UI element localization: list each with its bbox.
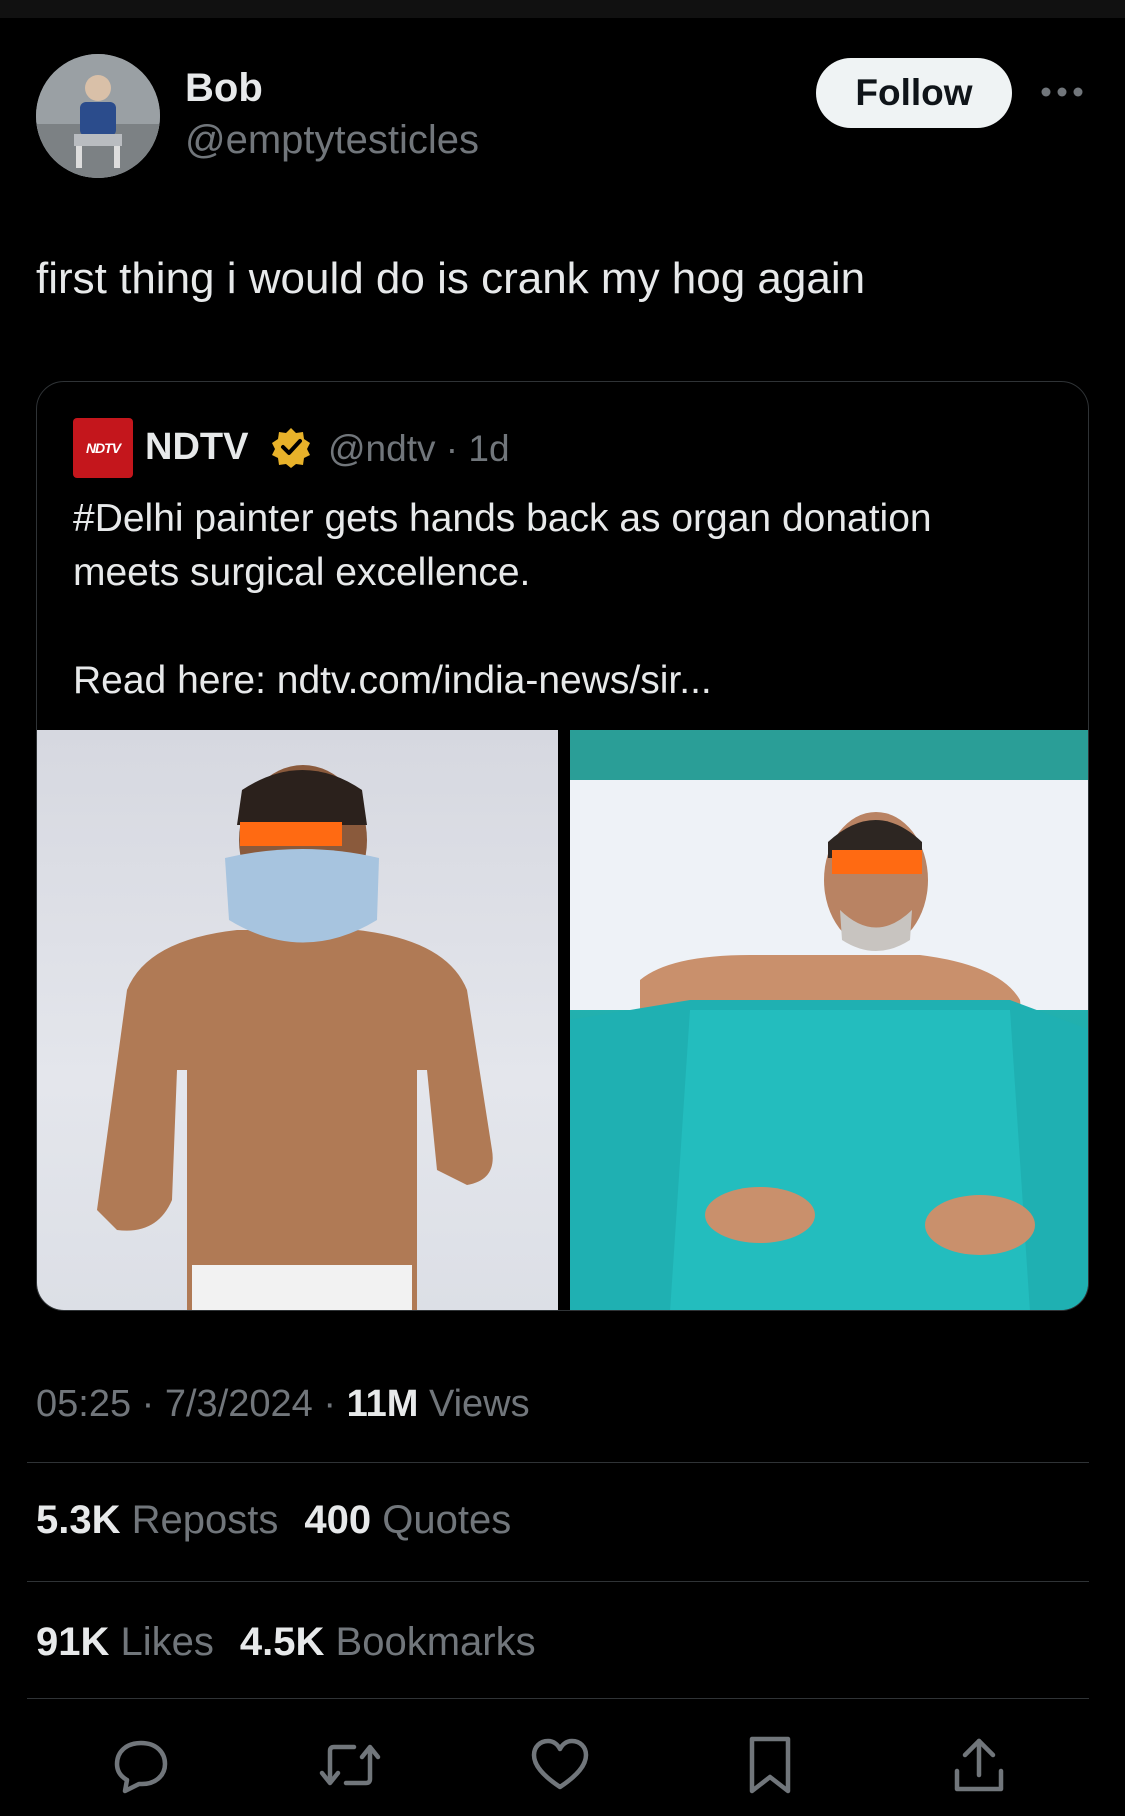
reposts-stat[interactable]: 5.3K Reposts bbox=[36, 1498, 278, 1543]
reposts-count: 5.3K bbox=[36, 1498, 121, 1542]
patient-bed-image bbox=[569, 730, 1088, 1310]
divider bbox=[27, 1462, 1089, 1463]
stats-row-reposts-quotes: 5.3K Reposts 400 Quotes bbox=[36, 1498, 511, 1543]
quotes-label: Quotes bbox=[382, 1498, 512, 1542]
divider bbox=[27, 1581, 1089, 1582]
likes-label: Likes bbox=[120, 1620, 214, 1664]
quoted-link-line[interactable]: Read here: ndtv.com/india-news/sir... bbox=[73, 654, 1063, 708]
quoted-text-spacer bbox=[73, 600, 1063, 654]
author-display-name[interactable]: Bob bbox=[185, 66, 263, 111]
tweet-timestamp[interactable]: 05:25 · 7/3/2024 · bbox=[36, 1383, 347, 1425]
quoted-text-line: #Delhi painter gets hands back as organ … bbox=[73, 497, 932, 540]
views-count: 11M bbox=[346, 1383, 419, 1425]
more-options-icon[interactable] bbox=[1038, 72, 1086, 112]
quotes-stat[interactable]: 400 Quotes bbox=[304, 1498, 511, 1543]
patient-standing-image bbox=[97, 765, 493, 1310]
quoted-handle-time: @ndtv · 1d bbox=[328, 428, 510, 469]
bookmarks-label: Bookmarks bbox=[335, 1620, 536, 1664]
tweet-text: first thing i would do is crank my hog a… bbox=[36, 254, 866, 303]
share-icon[interactable] bbox=[944, 1730, 1014, 1800]
like-icon[interactable] bbox=[525, 1730, 595, 1800]
reposts-label: Reposts bbox=[131, 1498, 279, 1542]
reply-icon[interactable] bbox=[106, 1730, 176, 1800]
quoted-tweet-text: #Delhi painter gets hands back as organ … bbox=[73, 492, 1063, 708]
quotes-count: 400 bbox=[304, 1498, 372, 1542]
quoted-text-line: meets surgical excellence. bbox=[73, 551, 531, 594]
avatar-image bbox=[36, 54, 160, 178]
action-bar bbox=[0, 1730, 1125, 1800]
bookmarks-count: 4.5K bbox=[239, 1620, 325, 1664]
media-photo-right[interactable] bbox=[569, 730, 1088, 1310]
ndtv-logo: NDTV bbox=[73, 418, 133, 478]
likes-stat[interactable]: 91K Likes bbox=[36, 1620, 214, 1665]
likes-count: 91K bbox=[36, 1620, 110, 1664]
media-photo-left[interactable] bbox=[37, 730, 558, 1310]
quoted-author-name[interactable]: NDTV bbox=[145, 426, 248, 469]
quoted-media[interactable] bbox=[37, 730, 1088, 1310]
tweet-meta: 05:25 · 7/3/2024 · 11M Views bbox=[36, 1383, 530, 1426]
stats-row-likes-bookmarks: 91K Likes 4.5K Bookmarks bbox=[36, 1620, 536, 1665]
bookmark-icon[interactable] bbox=[735, 1730, 805, 1800]
bookmarks-stat[interactable]: 4.5K Bookmarks bbox=[240, 1620, 536, 1665]
quoted-tweet-card[interactable]: NDTV NDTV @ndtv · 1d #Delhi painter gets… bbox=[36, 381, 1089, 1311]
status-bar bbox=[0, 0, 1125, 18]
follow-button[interactable]: Follow bbox=[816, 58, 1012, 128]
retweet-icon[interactable] bbox=[315, 1730, 385, 1800]
divider bbox=[27, 1698, 1089, 1699]
author-handle[interactable]: @emptytesticles bbox=[185, 118, 479, 163]
verified-badge-icon bbox=[270, 426, 312, 468]
author-avatar[interactable] bbox=[36, 54, 160, 178]
views-label: Views bbox=[418, 1383, 530, 1425]
